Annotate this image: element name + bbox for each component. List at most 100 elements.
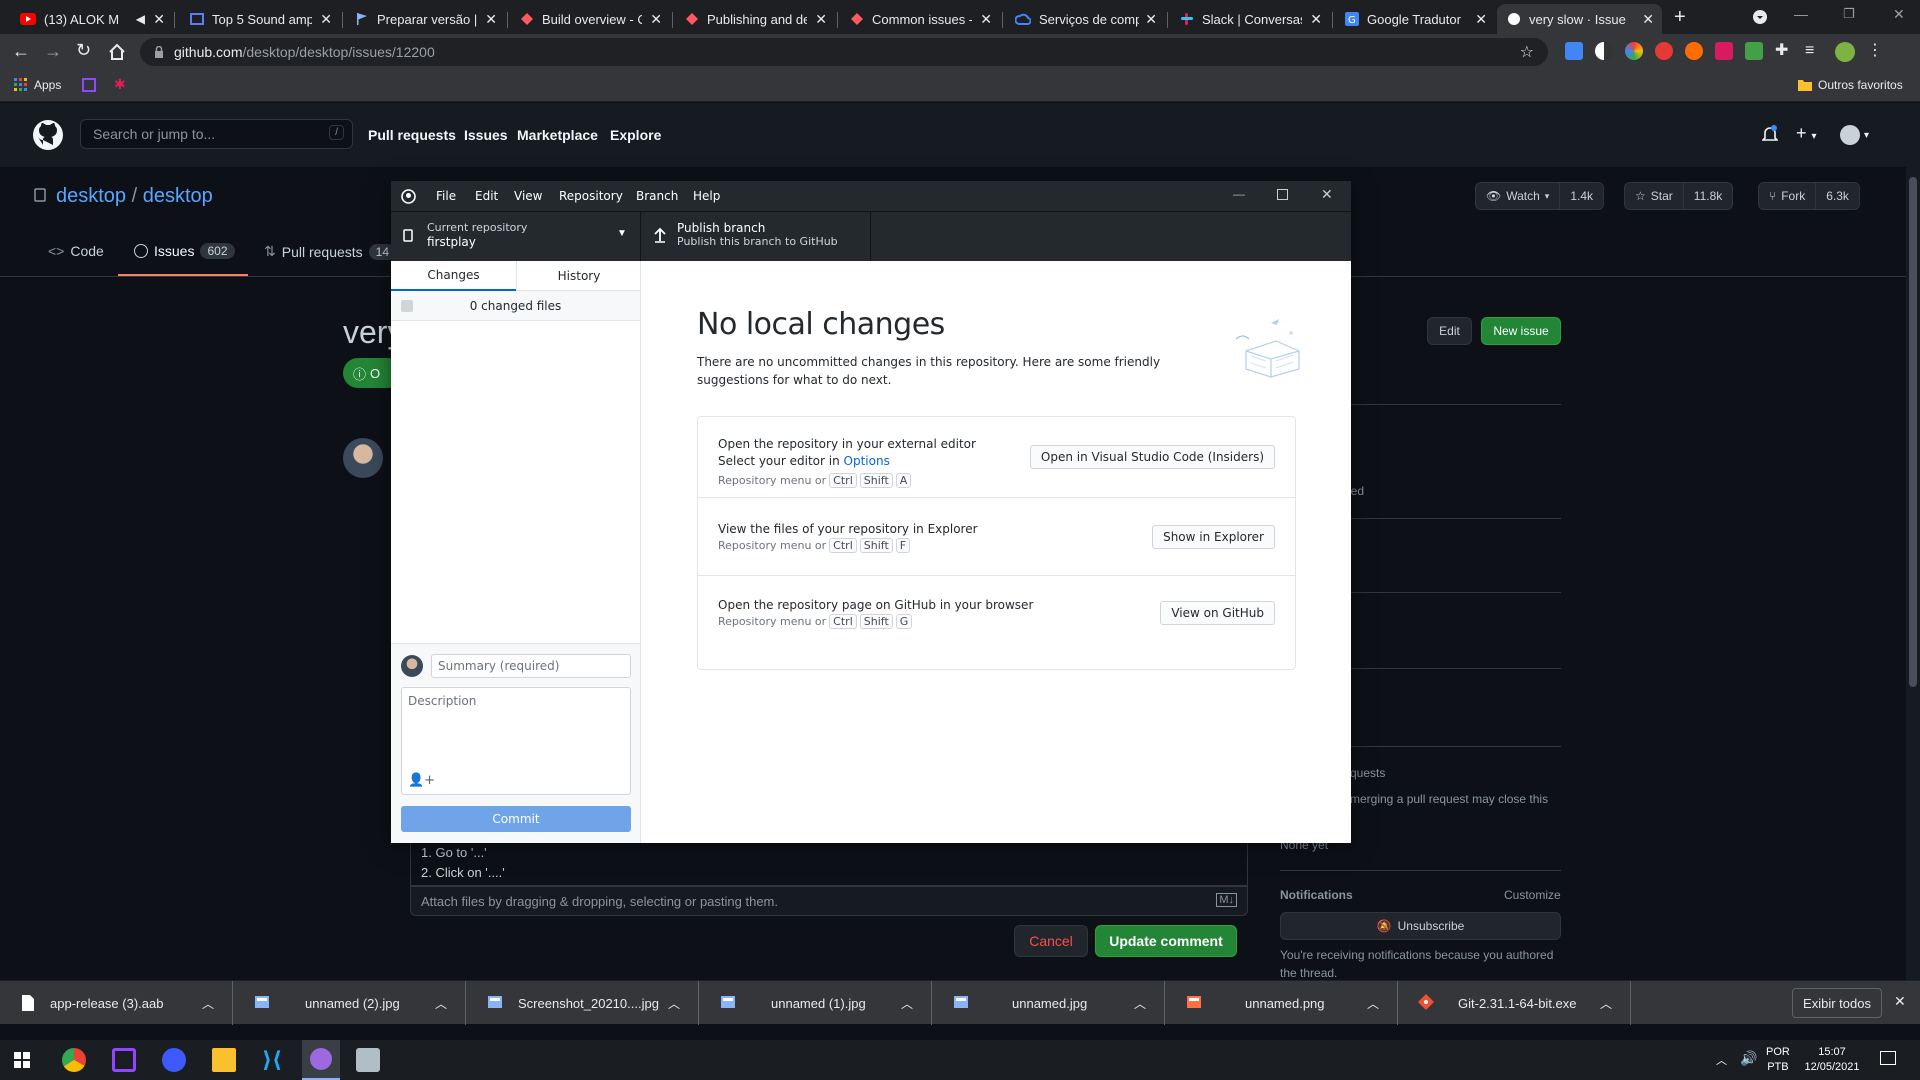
- language-indicator[interactable]: POR PTB: [1766, 1045, 1790, 1075]
- profile-avatar[interactable]: [1835, 42, 1855, 62]
- windows-start-icon[interactable]: [14, 1052, 30, 1068]
- browser-tab-3[interactable]: Build overview - Co ✕: [510, 4, 670, 34]
- other-app-taskbar-icon[interactable]: [356, 1048, 380, 1072]
- close-icon[interactable]: ✕: [650, 11, 662, 28]
- create-new-dropdown[interactable]: + ▾: [1796, 123, 1817, 144]
- browser-tab-9-active[interactable]: very slow · Issue #1 ✕: [1497, 4, 1662, 34]
- chevron-up-icon[interactable]: ︿: [1134, 995, 1146, 1012]
- github-search-input[interactable]: Search or jump to... /: [80, 119, 353, 149]
- restore-window-icon[interactable]: ❐: [1843, 6, 1855, 22]
- desktop-close-icon[interactable]: ✕: [1321, 186, 1333, 203]
- tab-history[interactable]: History: [516, 261, 641, 291]
- browser-tab-8[interactable]: G Google Tradutor ✕: [1335, 4, 1495, 34]
- menu-repository[interactable]: Repository: [559, 189, 623, 203]
- watch-button[interactable]: 👁 Watch ▾ 1.4k: [1475, 182, 1605, 210]
- star-button[interactable]: ☆ Star 11.8k: [1624, 182, 1734, 210]
- close-icon[interactable]: ✕: [1310, 11, 1322, 28]
- user-avatar-dropdown[interactable]: ▾: [1840, 125, 1869, 145]
- download-item[interactable]: unnamed.jpg ︿: [932, 981, 1165, 1025]
- show-in-explorer-button[interactable]: Show in Explorer: [1152, 525, 1275, 549]
- repo-owner-link[interactable]: desktop: [56, 185, 126, 207]
- tab-search-icon[interactable]: [1752, 9, 1768, 25]
- other-bookmarks[interactable]: Outros favoritos: [1798, 78, 1903, 92]
- new-tab-button[interactable]: +: [1674, 6, 1686, 29]
- watch-count[interactable]: 1.4k: [1560, 189, 1603, 203]
- nav-explore[interactable]: Explore: [610, 127, 661, 143]
- chat-ext-icon[interactable]: [1745, 42, 1763, 60]
- menu-edit[interactable]: Edit: [475, 189, 498, 203]
- commit-button[interactable]: Commit: [401, 806, 631, 832]
- download-item[interactable]: unnamed (1).jpg ︿: [699, 981, 932, 1025]
- twitch-taskbar-icon[interactable]: [112, 1048, 136, 1072]
- speaker-icon[interactable]: ◀: [136, 12, 145, 26]
- nav-marketplace[interactable]: Marketplace: [517, 127, 598, 143]
- close-icon[interactable]: ✕: [1642, 11, 1654, 28]
- browser-tab-1[interactable]: Top 5 Sound ampli ✕: [180, 4, 340, 34]
- tab-changes[interactable]: Changes: [391, 261, 516, 291]
- apps-bookmark[interactable]: Apps: [14, 78, 61, 92]
- chevron-up-icon[interactable]: ︿: [1367, 995, 1379, 1012]
- close-icon[interactable]: ✕: [153, 11, 165, 28]
- reading-list-icon[interactable]: ≡: [1805, 42, 1823, 60]
- tab-code[interactable]: <> Code: [48, 243, 104, 259]
- chevron-up-icon[interactable]: ︿: [668, 995, 680, 1012]
- repo-name-link[interactable]: desktop: [143, 185, 213, 207]
- download-item[interactable]: unnamed (2).jpg ︿: [233, 981, 466, 1025]
- close-window-icon[interactable]: ✕: [1893, 6, 1905, 23]
- cancel-button[interactable]: Cancel: [1014, 925, 1088, 957]
- tab-pull-requests[interactable]: ⇅ Pull requests 14: [264, 243, 397, 260]
- github-logo-icon[interactable]: [32, 119, 64, 151]
- fork-button[interactable]: ⑂ Fork 6.3k: [1758, 182, 1860, 210]
- menu-file[interactable]: File: [436, 189, 456, 203]
- close-icon[interactable]: ✕: [1145, 11, 1157, 28]
- show-all-downloads-button[interactable]: Exibir todos: [1792, 988, 1882, 1018]
- close-icon[interactable]: ✕: [815, 11, 827, 28]
- browser-tab-5[interactable]: Common issues - C ✕: [840, 4, 1000, 34]
- color-ext-icon[interactable]: [1625, 42, 1643, 60]
- file-explorer-taskbar-icon[interactable]: [212, 1048, 236, 1072]
- home-icon[interactable]: [108, 43, 126, 61]
- menu-view[interactable]: View: [514, 189, 542, 203]
- browser-tab-2[interactable]: Preparar versão | fi ✕: [345, 4, 505, 34]
- forward-icon[interactable]: →: [44, 41, 62, 62]
- new-issue-button[interactable]: New issue: [1481, 317, 1561, 345]
- back-icon[interactable]: ←: [12, 41, 30, 62]
- edit-issue-button[interactable]: Edit: [1427, 317, 1472, 345]
- ext-pink-icon[interactable]: [1715, 42, 1733, 60]
- add-coauthor-icon[interactable]: 👤+: [408, 773, 435, 788]
- download-item[interactable]: Git-2.31.1-64-bit.exe ︿: [1398, 981, 1631, 1025]
- options-link[interactable]: Options: [844, 454, 890, 468]
- volume-icon[interactable]: 🔊: [1740, 1050, 1757, 1067]
- bell-icon[interactable]: [1762, 125, 1778, 143]
- puzzle-icon[interactable]: ✚: [1775, 42, 1793, 60]
- github-desktop-taskbar-active[interactable]: [302, 1040, 340, 1080]
- slack-bookmark-icon[interactable]: ✱: [114, 76, 126, 93]
- dark-reader-icon[interactable]: [1595, 42, 1613, 60]
- fork-count[interactable]: 6.3k: [1816, 189, 1859, 203]
- ext-orange-icon[interactable]: [1685, 42, 1703, 60]
- star-count[interactable]: 11.8k: [1684, 189, 1732, 203]
- summary-input[interactable]: Summary (required): [431, 654, 631, 678]
- minimize-window-icon[interactable]: —: [1794, 6, 1808, 22]
- update-comment-button[interactable]: Update comment: [1095, 925, 1237, 957]
- close-downloads-icon[interactable]: ✕: [1894, 993, 1906, 1010]
- menu-branch[interactable]: Branch: [636, 189, 678, 203]
- browser-tab-6[interactable]: Serviços de compu ✕: [1005, 4, 1165, 34]
- download-item[interactable]: Screenshot_20210....jpg ︿: [466, 981, 699, 1025]
- app-taskbar-icon[interactable]: [162, 1048, 186, 1072]
- chrome-taskbar-icon[interactable]: [62, 1048, 86, 1072]
- adblock-icon[interactable]: [1655, 42, 1673, 60]
- desktop-minimize-icon[interactable]: —: [1233, 187, 1245, 201]
- customize-link[interactable]: Customize: [1504, 888, 1561, 902]
- scrollbar-thumb[interactable]: [1909, 177, 1917, 687]
- notifications-icon[interactable]: [1880, 1051, 1896, 1065]
- editor-textarea[interactable]: 1. Go to '...' 2. Click on '....': [410, 843, 1248, 886]
- chevron-up-icon[interactable]: ︿: [1600, 995, 1612, 1012]
- publish-branch-button[interactable]: Publish branch Publish this branch to Gi…: [641, 212, 871, 262]
- tray-chevron-icon[interactable]: ︿: [1716, 1052, 1727, 1068]
- bookmark-star-icon[interactable]: ☆: [1520, 42, 1534, 62]
- browser-tab-0[interactable]: (13) ALOK MIX ◀ ✕: [10, 4, 173, 34]
- browser-tab-7[interactable]: Slack | Conversas | ✕: [1170, 4, 1330, 34]
- address-bar[interactable]: github.com/desktop/desktop/issues/12200 …: [140, 38, 1548, 66]
- description-textarea[interactable]: Description 👤+: [401, 687, 631, 795]
